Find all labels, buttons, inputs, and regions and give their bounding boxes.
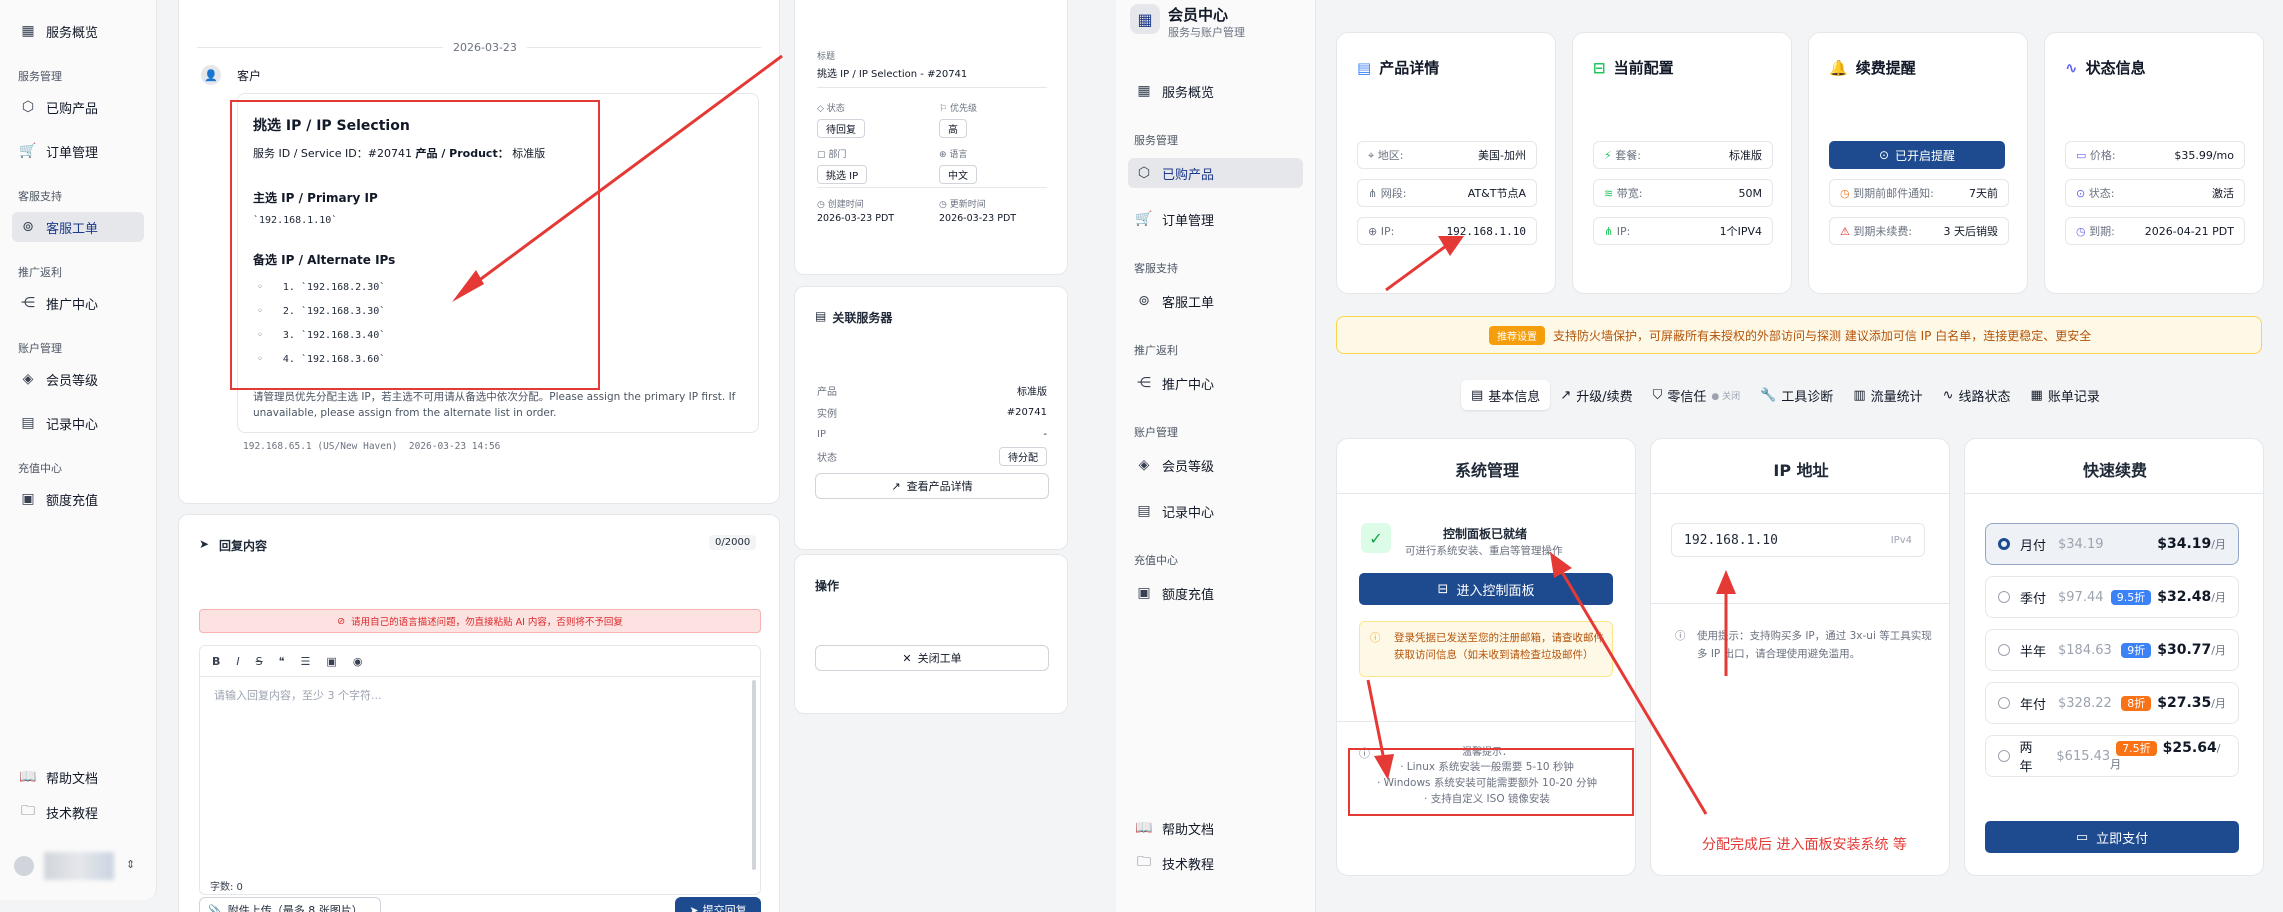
user-avatar[interactable] (14, 856, 34, 876)
annotation-text: 分配完成后 进入面板安装系统 等 (1702, 837, 1907, 853)
ticket-screen: ▦ 服务概览 服务管理 ⬡ 已购产品 🛒 订单管理 客服支持 ⊚ 客服工单 推广返利 ⋲ 推广中心 账户管… (0, 0, 1116, 912)
annotation-arrows (1366, 236, 1736, 815)
account-switch-icon[interactable]: ⇕ (126, 858, 135, 871)
product-screen: ▦ 会员中心 服务与账户管理 ▦ 服务概览 服务管理 ⬡ 已购产品 🛒 订单管理 客服支持 ⊚ 客… (1116, 0, 2283, 912)
annotation-arrow (452, 54, 783, 302)
user-name-blurred (44, 852, 114, 880)
